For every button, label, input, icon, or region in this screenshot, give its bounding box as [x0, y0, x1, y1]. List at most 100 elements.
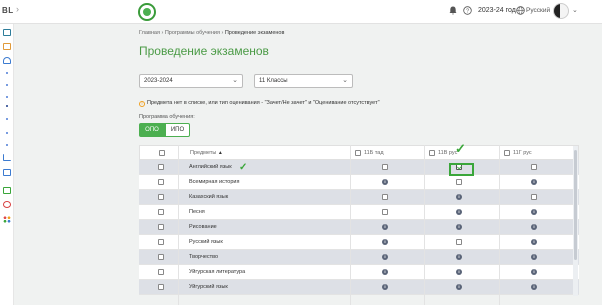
column-divider [350, 145, 351, 305]
sidebar-subitem-dot[interactable] [6, 84, 8, 86]
column-divider [499, 145, 500, 305]
collapse-chevron-icon[interactable]: › [16, 4, 19, 14]
info-icon[interactable]: i [456, 209, 462, 215]
exam-checkbox[interactable] [382, 209, 388, 215]
table-scrollbar-thumb[interactable] [574, 150, 577, 260]
row-checkbox[interactable] [158, 254, 164, 260]
exam-checkbox[interactable] [382, 164, 388, 170]
bell-icon[interactable] [449, 6, 457, 17]
chevron-down-icon[interactable]: ⌄ [572, 6, 578, 14]
subject-name: Песня [189, 209, 205, 215]
school-logo-icon[interactable] [138, 3, 156, 21]
language-selector[interactable]: Русский [526, 7, 550, 14]
subject-name: Русский язык [189, 239, 223, 245]
subject-name: Творчество [189, 254, 219, 260]
apps-grid-icon[interactable] [3, 216, 11, 223]
info-icon[interactable]: i [382, 224, 388, 230]
sidebar-subitem-dot[interactable] [6, 132, 8, 134]
info-icon[interactable]: i [531, 269, 537, 275]
highlight-box [449, 163, 474, 176]
column-header-11g: 11Г рус [513, 150, 532, 156]
row-checkbox[interactable] [158, 269, 164, 275]
breadcrumb-home[interactable]: Главная [139, 30, 160, 36]
sidebar-subitem-dot-active[interactable] [6, 105, 8, 107]
table-row: Английский язык [139, 160, 579, 175]
program-option-ipo[interactable]: ИПО [165, 123, 190, 137]
table-row: Рисование i i i [139, 220, 579, 235]
info-icon[interactable]: i [456, 224, 462, 230]
grade-book-icon[interactable] [3, 187, 11, 194]
subject-name: Английский язык [189, 164, 232, 170]
help-circle-icon[interactable] [3, 201, 11, 208]
select-all-checkbox[interactable] [159, 150, 165, 156]
warning-icon: ! [139, 101, 145, 107]
exam-checkbox[interactable] [531, 164, 537, 170]
brand-logo-text[interactable]: BL [2, 6, 14, 15]
column-divider [178, 145, 179, 305]
info-note: ! Предмета нет в списке, или тип оцениван… [139, 100, 380, 107]
subject-name: Уйгурский язык [189, 284, 228, 290]
class-select[interactable]: 11 Классы ⌄ [254, 74, 353, 88]
exam-checkbox[interactable] [531, 194, 537, 200]
info-icon[interactable]: i [531, 254, 537, 260]
table-row: Казахский язык i [139, 190, 579, 205]
sidebar-subitem-dot[interactable] [6, 118, 8, 120]
row-checkbox[interactable] [158, 224, 164, 230]
bar-chart-icon[interactable] [3, 154, 11, 161]
table-row: Уйгурская литература i i i [139, 265, 579, 280]
monitor-icon[interactable] [3, 29, 11, 36]
info-icon[interactable]: i [531, 224, 537, 230]
help-icon[interactable]: ? [463, 6, 472, 17]
subjects-header-label: Предметы [190, 150, 217, 156]
chevron-down-icon: ⌄ [342, 77, 348, 84]
info-icon[interactable]: i [382, 284, 388, 290]
info-icon[interactable]: i [456, 254, 462, 260]
academic-year-label[interactable]: 2023-24 год [478, 7, 516, 14]
row-checkbox[interactable] [158, 194, 164, 200]
subjects-column-header[interactable]: Предметы ▲ [190, 150, 223, 156]
table-header: Предметы ▲ 11Б тад 11В рус 11Г рус [139, 145, 579, 160]
info-icon[interactable]: i [531, 239, 537, 245]
exam-checkbox[interactable] [456, 179, 462, 185]
info-icon[interactable]: i [531, 179, 537, 185]
avatar[interactable] [553, 3, 569, 19]
info-icon[interactable]: i [382, 254, 388, 260]
sidebar-subitem-dot[interactable] [6, 72, 8, 74]
globe-icon[interactable] [516, 6, 525, 17]
column-checkbox-11g[interactable] [504, 150, 510, 156]
row-checkbox[interactable] [158, 284, 164, 290]
column-checkbox-11v[interactable] [429, 150, 435, 156]
svg-text:?: ? [466, 9, 469, 15]
info-icon[interactable]: i [382, 269, 388, 275]
info-icon[interactable]: i [382, 239, 388, 245]
subject-name: Рисование [189, 224, 217, 230]
exam-checkbox[interactable] [382, 194, 388, 200]
info-icon[interactable]: i [456, 284, 462, 290]
table-row: Всемирная история i i [139, 175, 579, 190]
row-checkbox[interactable] [158, 179, 164, 185]
breadcrumb: Главная › Программы обучения › Проведени… [139, 30, 284, 36]
info-icon[interactable]: i [531, 209, 537, 215]
row-checkbox[interactable] [158, 209, 164, 215]
exam-checkbox[interactable] [456, 239, 462, 245]
annotation-checkmark-icon: ✓ [455, 141, 466, 156]
subject-name: Уйгурская литература [189, 269, 246, 275]
row-checkbox[interactable] [158, 239, 164, 245]
info-icon[interactable]: i [382, 179, 388, 185]
column-checkbox-11b[interactable] [355, 150, 361, 156]
info-icon[interactable]: i [456, 269, 462, 275]
column-header-11b: 11Б тад [364, 150, 384, 156]
sidebar-subitem-dot[interactable] [6, 96, 8, 98]
table-row: Уйгурский язык i i i [139, 280, 579, 295]
year-select[interactable]: 2023-2024 ⌄ [139, 74, 243, 88]
table-icon[interactable] [3, 169, 11, 176]
row-checkbox[interactable] [158, 164, 164, 170]
program-option-opo[interactable]: ОПО [139, 123, 165, 137]
folder-icon[interactable] [3, 43, 11, 50]
school-icon[interactable] [3, 57, 11, 64]
year-select-value: 2023-2024 [144, 78, 173, 84]
info-icon[interactable]: i [456, 194, 462, 200]
sidebar-subitem-dot[interactable] [6, 144, 8, 146]
breadcrumb-programs[interactable]: Программы обучения [165, 30, 220, 36]
info-icon[interactable]: i [531, 284, 537, 290]
